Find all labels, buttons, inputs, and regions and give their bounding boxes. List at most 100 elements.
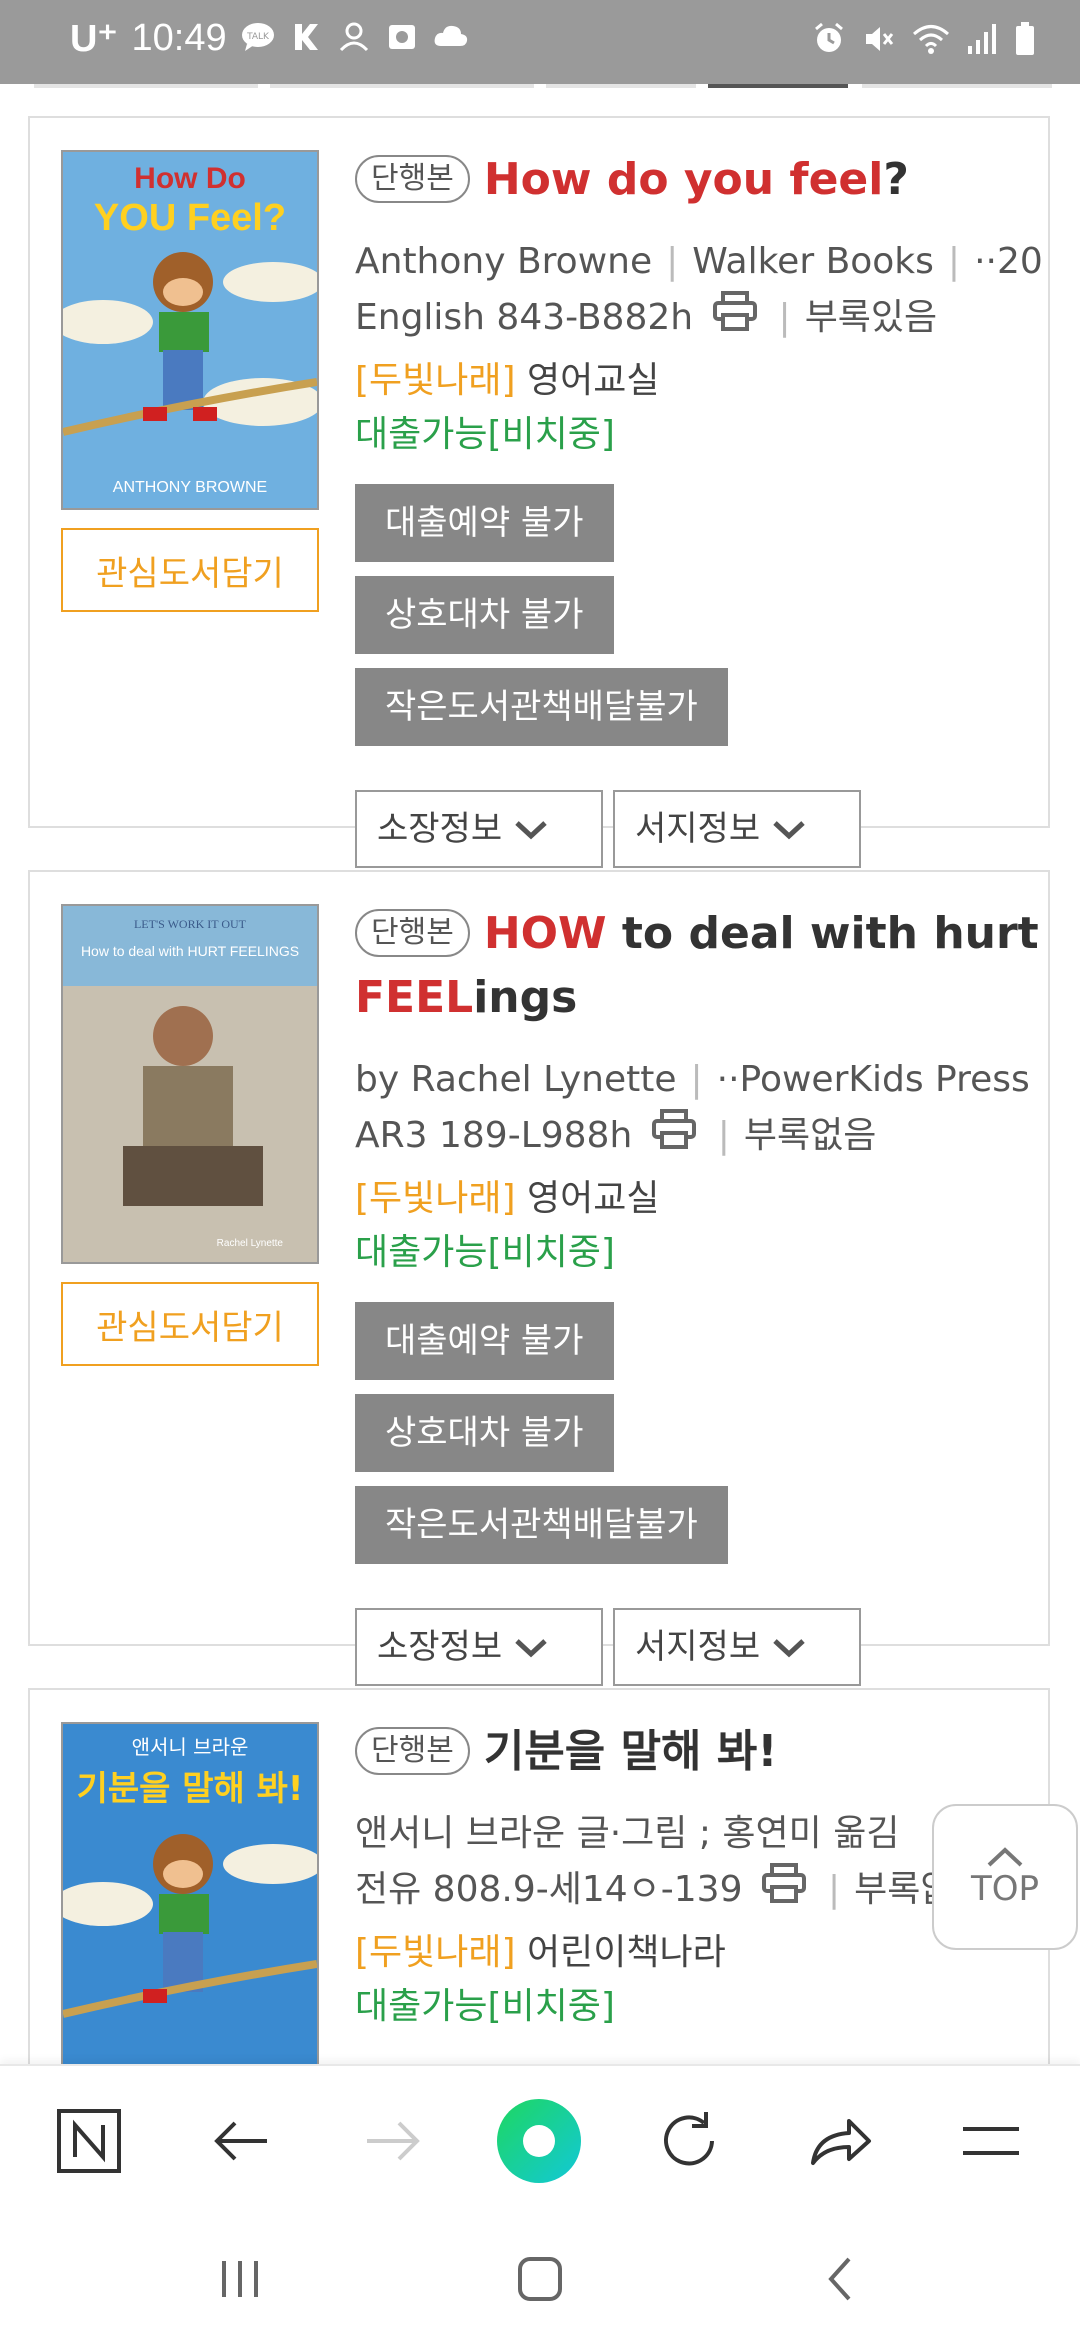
delivery-button[interactable]: 작은도서관책배달불가 [355, 667, 728, 746]
camera-icon [385, 22, 419, 56]
author: Anthony Browne [355, 241, 653, 282]
book-card: How Do YOU Feel? ANTHONY BROWNE 관심도서담기 단… [28, 116, 1050, 868]
call-number: English 843-B882h [355, 297, 694, 338]
tab-segment[interactable] [546, 84, 696, 88]
forward-arrow-icon[interactable] [348, 2096, 438, 2186]
bibliographic-label: 서지정보 [635, 1626, 761, 1667]
status-bar: U⁺ 10:49 TALK [0, 0, 1080, 84]
interlibrary-loan-button[interactable]: 상호대차 불가 [355, 1393, 614, 1472]
book-info: 단행본 HOW to deal with hurt FEELings by Rac… [355, 902, 1048, 1686]
tab-segment[interactable] [34, 84, 258, 88]
bibliographic-label: 서지정보 [635, 808, 761, 849]
book-title[interactable]: 단행본 How do you feel? [355, 148, 1048, 212]
title-part[interactable]: ? [883, 154, 909, 205]
clock: 10:49 [131, 17, 227, 59]
cover-line1: How Do [134, 162, 246, 195]
battery-icon [1014, 22, 1036, 60]
title-part[interactable]: FEEL [355, 972, 473, 1023]
scroll-to-top-button[interactable]: TOP [932, 1804, 1078, 1950]
book-cover[interactable]: How Do YOU Feel? ANTHONY BROWNE [61, 150, 319, 510]
title-part[interactable]: ings [473, 972, 577, 1023]
room-name: 영어교실 [527, 359, 660, 401]
cloud-icon [433, 22, 467, 56]
cover-line2: 기분을 말해 봐! [77, 1769, 304, 1809]
alarm-icon [812, 22, 846, 60]
reserve-button[interactable]: 대출예약 불가 [355, 483, 614, 562]
format-badge: 단행본 [355, 1727, 470, 1775]
print-icon[interactable] [651, 1108, 696, 1166]
call-number-line: English 843-B882h | 부록있음 [355, 290, 1048, 348]
menu-icon[interactable] [946, 2096, 1036, 2186]
tab-strip [0, 84, 1080, 88]
holdings-info-button[interactable]: 소장정보 [355, 789, 603, 868]
holdings-label: 소장정보 [377, 1626, 503, 1667]
recents-icon[interactable] [200, 2244, 280, 2314]
library-name: [두빛나래] [355, 1177, 516, 1219]
naver-icon[interactable] [44, 2096, 134, 2186]
bibliographic-info-button[interactable]: 서지정보 [613, 1607, 861, 1686]
title-part[interactable]: 기분을 말해 봐! [484, 1726, 778, 1777]
delivery-button[interactable]: 작은도서관책배달불가 [355, 1485, 728, 1564]
tab-segment-active[interactable] [708, 84, 848, 88]
print-icon[interactable] [712, 290, 757, 348]
chevron-down-icon [773, 821, 805, 840]
reserve-button[interactable]: 대출예약 불가 [355, 1301, 614, 1380]
back-icon[interactable] [800, 2244, 880, 2314]
bibliographic-info-button[interactable]: 서지정보 [613, 789, 861, 868]
signal-icon [966, 22, 998, 60]
status-left: U⁺ 10:49 TALK [70, 16, 467, 61]
year: ··20 [974, 241, 1043, 282]
add-to-wishlist-button[interactable]: 관심도서담기 [61, 1282, 319, 1366]
book-title[interactable]: 단행본 기분을 말해 봐! [355, 1720, 1048, 1784]
author-publisher-line: Anthony Browne | Walker Books | ··20 [355, 241, 1043, 282]
action-buttons-row2: 작은도서관책배달불가 [355, 667, 1048, 760]
detail-buttons: 소장정보 서지정보 [355, 1607, 1048, 1686]
back-arrow-icon[interactable] [196, 2096, 286, 2186]
title-part[interactable]: to deal with hurt [607, 908, 1039, 959]
book-cover[interactable]: 앤서니 브라운 기분을 말해 봐! [61, 1722, 319, 2110]
call-number: AR3 189-L988h [355, 1115, 633, 1156]
chevron-up-icon [987, 1847, 1023, 1867]
availability-status: 대출가능[비치중] [355, 1985, 615, 2027]
home-icon[interactable] [500, 2244, 580, 2314]
share-icon[interactable] [796, 2096, 886, 2186]
title-part[interactable]: HOW [484, 908, 607, 959]
print-icon[interactable] [761, 1862, 806, 1920]
author: 앤서니 브라운 글·그림 ; 홍연미 옮김 [355, 1813, 900, 1854]
publisher: Walker Books [692, 241, 934, 282]
cover-line1: LET'S WORK IT OUT [134, 917, 247, 931]
room-name: 어린이책나라 [527, 1931, 726, 1973]
svg-text:TALK: TALK [246, 32, 270, 42]
title-part[interactable]: How do you feel [484, 154, 884, 205]
cover-line2: How to deal with HURT FEELINGS [81, 943, 299, 959]
browser-toolbar [0, 2064, 1080, 2216]
book-title[interactable]: 단행본 HOW to deal with hurt FEELings [355, 902, 1048, 1030]
interlibrary-loan-button[interactable]: 상호대차 불가 [355, 575, 614, 654]
availability-status: 대출가능[비치중] [355, 413, 615, 455]
cover-line2: YOU Feel? [94, 197, 286, 239]
green-dot-icon[interactable] [494, 2096, 584, 2186]
book-cover[interactable]: LET'S WORK IT OUT How to deal with HURT … [61, 904, 319, 1264]
holdings-info-button[interactable]: 소장정보 [355, 1607, 603, 1686]
library-name: [두빛나래] [355, 359, 516, 401]
action-buttons: 대출예약 불가상호대차 불가 [355, 483, 795, 668]
tab-segment[interactable] [862, 84, 1052, 88]
room-name: 영어교실 [527, 1177, 660, 1219]
k-icon [289, 22, 323, 56]
tab-segment[interactable] [270, 84, 534, 88]
add-to-wishlist-button[interactable]: 관심도서담기 [61, 528, 319, 612]
book-card: 앤서니 브라운 기분을 말해 봐! 단행본 기분을 말해 봐! 앤서니 브라운 글… [28, 1688, 1050, 2110]
refresh-icon[interactable] [644, 2096, 734, 2186]
wifi-icon [912, 22, 950, 60]
call-number-line: AR3 189-L988h | 부록없음 [355, 1108, 1048, 1166]
location-line: [두빛나래] 영어교실 [355, 1172, 1048, 1226]
detail-buttons: 소장정보 서지정보 [355, 789, 1048, 868]
mute-icon [862, 22, 896, 60]
library-name: [두빛나래] [355, 1931, 516, 1973]
top-label: TOP [970, 1869, 1040, 1909]
action-buttons: 대출예약 불가상호대차 불가 [355, 1301, 795, 1486]
cover-footer: ANTHONY BROWNE [113, 479, 267, 496]
location-line: [두빛나래] 영어교실 [355, 354, 1048, 408]
person-icon [337, 22, 371, 56]
holdings-label: 소장정보 [377, 808, 503, 849]
